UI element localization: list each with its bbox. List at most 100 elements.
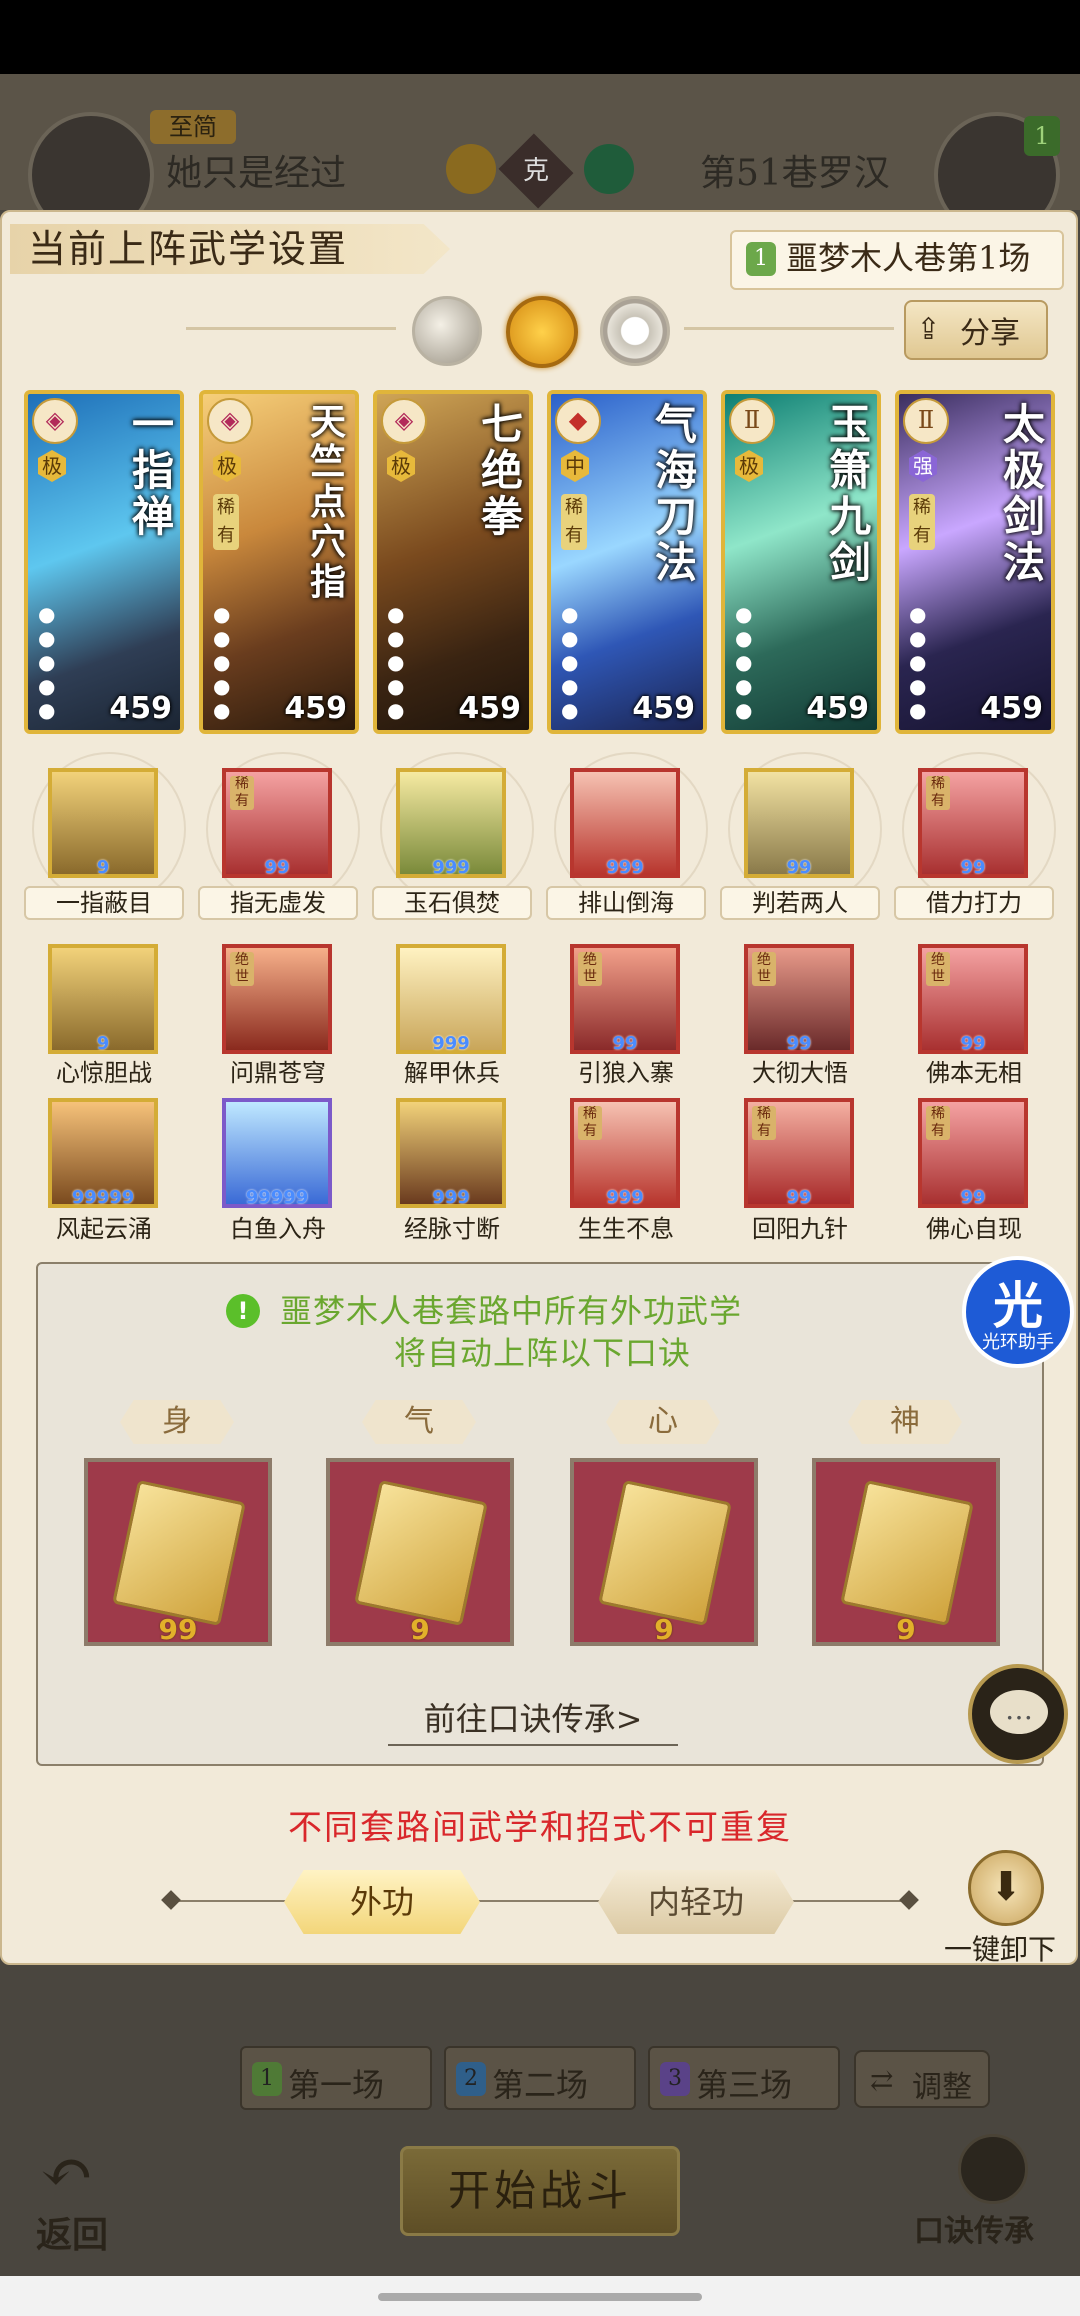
- skill-icon[interactable]: 稀有 99: [918, 1098, 1028, 1208]
- grade-icon: Ⅱ: [729, 398, 775, 444]
- back-arrow-icon: ↶: [40, 2136, 94, 2210]
- home-indicator[interactable]: [378, 2293, 702, 2301]
- skill-label: 指无虚发: [198, 886, 358, 920]
- back-label: 返回: [36, 2214, 109, 2256]
- card-level: 459: [632, 691, 695, 726]
- unique-tag: 绝世: [578, 952, 602, 986]
- martial-art-card[interactable]: ◈ 极 七绝拳 ● ● ● ● ● 459: [373, 390, 533, 734]
- player-name: 她只是经过: [166, 153, 347, 194]
- martial-art-card[interactable]: Ⅱ 极 玉箫九剑 ● ● ● ● ● 459: [721, 390, 881, 734]
- unique-tag: 绝世: [230, 952, 254, 986]
- tab-internal[interactable]: 内轻功: [598, 1870, 794, 1934]
- mantra-card[interactable]: 9: [570, 1458, 758, 1646]
- mantra-inherit-label: 口诀传承: [914, 2214, 1034, 2249]
- match-3-button[interactable]: 3 第三场: [648, 2046, 840, 2110]
- sun-selector-icon[interactable]: [506, 296, 578, 368]
- element-drops: ● ● ● ● ●: [387, 602, 405, 722]
- card-level: 459: [806, 691, 869, 726]
- martial-art-card[interactable]: ◆ 中 稀有 气海刀法 ● ● ● ● ● 459: [547, 390, 707, 734]
- skill-icon[interactable]: 绝世 99: [570, 944, 680, 1054]
- grade-icon: ◆: [555, 398, 601, 444]
- skill-icon[interactable]: 9: [48, 768, 158, 878]
- grade-icon: ◈: [32, 398, 78, 444]
- martial-art-card[interactable]: ◈ 极 一指禅 ● ● ● ● ● 459: [24, 390, 184, 734]
- tier-badge: 极: [387, 450, 415, 482]
- skill-icon[interactable]: 999: [570, 768, 680, 878]
- skill-icon[interactable]: 999: [396, 768, 506, 878]
- mantra-card[interactable]: 9: [326, 1458, 514, 1646]
- mantra-inherit-button[interactable]: 口诀传承: [914, 2130, 1074, 2260]
- mantra-slot-tag: 心: [606, 1400, 720, 1444]
- skill-count: 999: [432, 1033, 470, 1054]
- card-name: 一指禅: [131, 400, 174, 541]
- skill-label: 生生不息: [578, 1215, 674, 1243]
- skill-icon[interactable]: 999: [396, 1098, 506, 1208]
- stage-label[interactable]: 噩梦木人巷第1场: [786, 232, 1030, 284]
- skill-count: 99: [786, 857, 812, 878]
- match-number-badge: 1: [252, 2062, 282, 2096]
- mantra-card[interactable]: 9: [812, 1458, 1000, 1646]
- unload-all-label[interactable]: 一键卸下: [944, 1928, 1056, 1968]
- skill-count: 99: [960, 857, 986, 878]
- mantra-card[interactable]: 99: [84, 1458, 272, 1646]
- match-1-button[interactable]: 1 第一场: [240, 2046, 432, 2110]
- skill-icon[interactable]: 9: [48, 944, 158, 1054]
- tier-badge: 极: [735, 450, 763, 482]
- skill-icon[interactable]: 稀有 99: [222, 768, 332, 878]
- adjust-button[interactable]: ⇄ 调整: [854, 2050, 990, 2108]
- card-name: 七绝拳: [480, 400, 523, 541]
- info-icon: !: [226, 1294, 260, 1328]
- skill-label: 大彻大悟: [752, 1059, 848, 1087]
- moon-element-icon: [584, 144, 634, 194]
- skill-icon[interactable]: 稀有 99: [744, 1098, 854, 1208]
- rare-tag: 稀有: [230, 776, 254, 810]
- skill-label: 佛心自现: [926, 1215, 1022, 1243]
- skill-icon[interactable]: 绝世 99: [744, 944, 854, 1054]
- stage-number-badge: 1: [746, 242, 776, 276]
- mantra-count: 9: [896, 1613, 916, 1646]
- chat-bubble-icon: …: [990, 1690, 1048, 1734]
- skill-label: 借力打力: [894, 886, 1054, 920]
- skill-count: 99: [960, 1033, 986, 1054]
- share-icon: ⇪: [916, 312, 942, 347]
- match-2-button[interactable]: 2 第二场: [444, 2046, 636, 2110]
- tier-badge: 极: [213, 450, 241, 482]
- enemy-level-badge: 1: [1024, 116, 1060, 156]
- adjust-icon: ⇄: [870, 2064, 894, 2097]
- moon-selector-icon[interactable]: [412, 296, 482, 366]
- skill-icon[interactable]: 绝世: [222, 944, 332, 1054]
- skill-label: 判若两人: [720, 886, 880, 920]
- skill-label: 心惊胆战: [56, 1059, 152, 1087]
- start-battle-button[interactable]: 开始战斗: [400, 2146, 680, 2236]
- helper-float-button[interactable]: 光 光环助手: [962, 1256, 1074, 1368]
- martial-art-card[interactable]: ◈ 极 稀有 天竺点穴指 ● ● ● ● ● 459: [199, 390, 359, 734]
- skill-icon[interactable]: 99999: [222, 1098, 332, 1208]
- card-level: 459: [980, 691, 1043, 726]
- skill-icon[interactable]: 稀有 999: [570, 1098, 680, 1208]
- tab-external[interactable]: 外功: [284, 1870, 480, 1934]
- rare-tag: 稀有: [752, 1106, 776, 1140]
- chat-button[interactable]: …: [968, 1664, 1068, 1764]
- ring-selector-icon[interactable]: [600, 296, 670, 366]
- sun-element-icon: [446, 144, 496, 194]
- mantra-slot-tag: 神: [848, 1400, 962, 1444]
- match-label: 第一场: [288, 2066, 385, 2104]
- skill-icon[interactable]: 99: [744, 768, 854, 878]
- match-label: 第三场: [696, 2066, 793, 2104]
- skill-label: 佛本无相: [926, 1059, 1022, 1087]
- skill-count: 99: [960, 1187, 986, 1208]
- player-rank-badge: 至简: [150, 110, 236, 144]
- unload-all-button[interactable]: ⬇: [968, 1850, 1044, 1926]
- card-level: 459: [284, 691, 347, 726]
- share-label[interactable]: 分享: [960, 308, 1020, 352]
- skill-icon[interactable]: 绝世 99: [918, 944, 1028, 1054]
- martial-art-card[interactable]: Ⅱ 强 稀有 太极剑法 ● ● ● ● ● 459: [895, 390, 1055, 734]
- skill-icon[interactable]: 稀有 99: [918, 768, 1028, 878]
- mantra-figure-icon: [840, 1479, 974, 1627]
- mantra-inherit-link[interactable]: 前往口诀传承>: [388, 1694, 678, 1746]
- duplicate-warning: 不同套路间武学和招式不可重复: [288, 1808, 792, 1848]
- rare-badge: 稀有: [213, 494, 239, 550]
- back-button[interactable]: ↶ 返回: [26, 2136, 136, 2256]
- skill-icon[interactable]: 99999: [48, 1098, 158, 1208]
- skill-icon[interactable]: 999: [396, 944, 506, 1054]
